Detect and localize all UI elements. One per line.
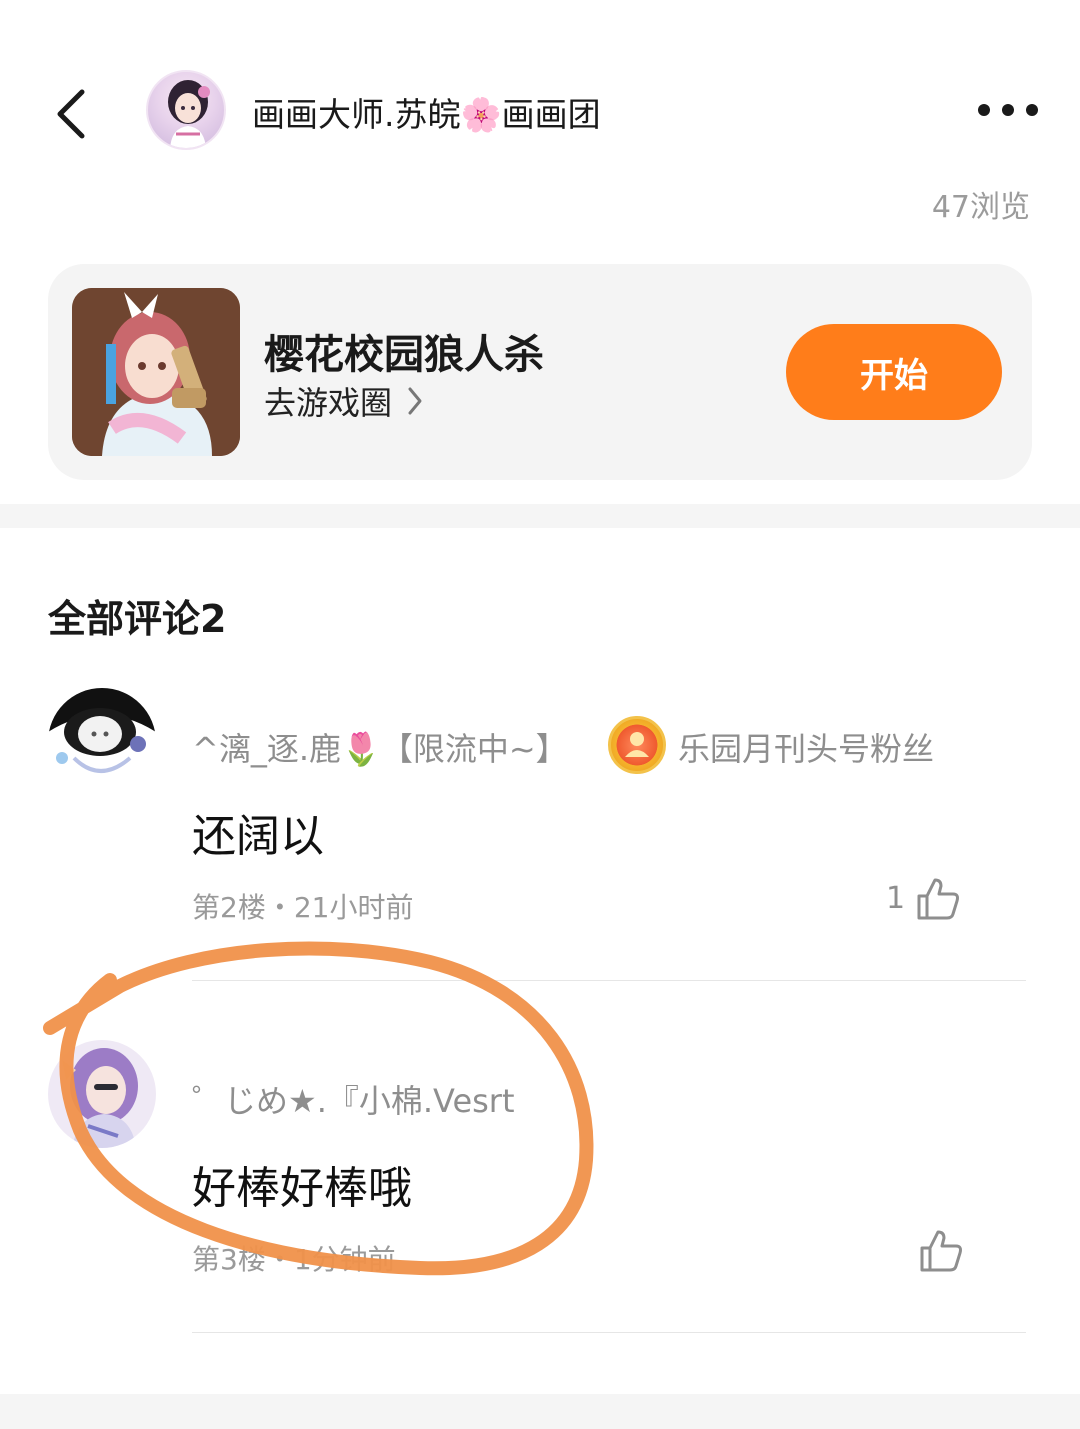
- section-divider: [0, 504, 1080, 528]
- game-thumbnail[interactable]: [72, 288, 240, 456]
- game-title: 樱花校园狼人杀: [264, 332, 544, 378]
- chevron-left-icon: [57, 89, 85, 139]
- more-dots-icon: [978, 104, 1038, 116]
- thumbs-up-icon: [917, 878, 960, 920]
- game-circle-link-label: 去游戏圈: [264, 384, 393, 422]
- comment-meta: 第3楼・1分钟前: [192, 1243, 396, 1276]
- author-name-part1: 画画大师.苏皖: [252, 95, 461, 134]
- avatar-illustration: [48, 1040, 156, 1148]
- person-icon: [625, 732, 649, 757]
- game-card[interactable]: 樱花校园狼人杀 去游戏圈 开始: [48, 264, 1032, 480]
- game-circle-link[interactable]: 去游戏圈: [264, 378, 424, 425]
- avatar-illustration: [168, 80, 210, 148]
- start-game-button[interactable]: 开始: [786, 324, 1002, 420]
- author-avatar[interactable]: [146, 70, 226, 150]
- fan-badge-icon[interactable]: [608, 716, 666, 774]
- game-thumbnail-illustration: [72, 288, 240, 456]
- bottom-bar: [0, 1394, 1080, 1429]
- like-button[interactable]: 1: [886, 876, 961, 920]
- sakura-emoji: 🌸: [460, 95, 502, 134]
- comment-username[interactable]: ゜じめ★.『小棉.Vesrt: [192, 1076, 515, 1122]
- more-options-button[interactable]: [972, 90, 1044, 130]
- circle-annotation: [43, 941, 594, 1276]
- author-name-part2: 画画团: [501, 95, 601, 134]
- chevron-right-icon: [406, 385, 424, 425]
- post-detail-page: 画画大师.苏皖🌸画画团 47浏览 樱花校园狼人杀 去游戏圈 开始 全部评论2 ^…: [0, 0, 1080, 1429]
- comment-avatar[interactable]: [48, 688, 156, 796]
- like-button[interactable]: [918, 1228, 964, 1272]
- comments-header: 全部评论2: [48, 597, 227, 641]
- comment-divider: [192, 980, 1026, 981]
- comment-meta: 第2楼・21小时前: [192, 891, 414, 924]
- comment-text: 好棒好棒哦: [192, 1163, 412, 1214]
- view-count: 47浏览: [931, 190, 1030, 225]
- avatar-illustration: [48, 688, 156, 796]
- thumbs-up-icon: [920, 1230, 962, 1272]
- comment-username[interactable]: ^漓_逐.鹿🌷【限流中~】: [192, 724, 568, 770]
- like-count: 1: [886, 880, 906, 916]
- comment-text: 还阔以: [192, 811, 324, 862]
- comment-avatar[interactable]: [48, 1040, 156, 1148]
- comment-divider: [192, 1332, 1026, 1333]
- author-name[interactable]: 画画大师.苏皖🌸画画团: [252, 88, 601, 136]
- back-button[interactable]: [48, 84, 98, 144]
- fan-badge-label: 乐园月刊头号粉丝: [678, 730, 935, 768]
